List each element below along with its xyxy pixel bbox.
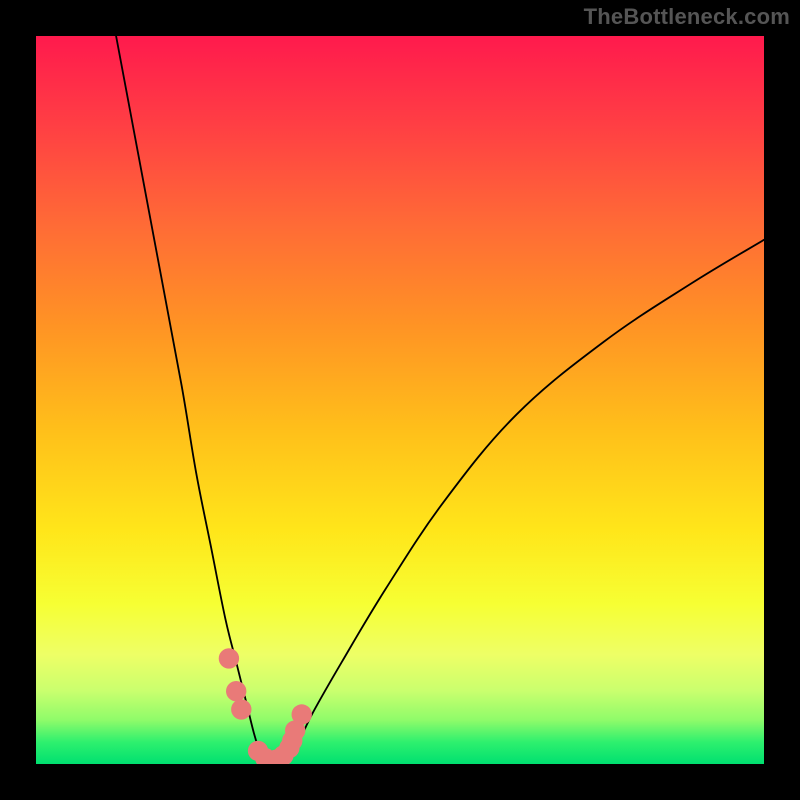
marker-dot	[226, 681, 246, 701]
curve-layer	[36, 36, 764, 764]
marker-dot	[219, 648, 239, 668]
watermark-text: TheBottleneck.com	[584, 4, 790, 30]
marker-dot	[292, 704, 312, 724]
plot-area	[36, 36, 764, 764]
chart-container: TheBottleneck.com	[0, 0, 800, 800]
bottleneck-curve	[116, 36, 764, 764]
marker-dot	[231, 699, 251, 719]
recommended-markers	[219, 648, 312, 764]
